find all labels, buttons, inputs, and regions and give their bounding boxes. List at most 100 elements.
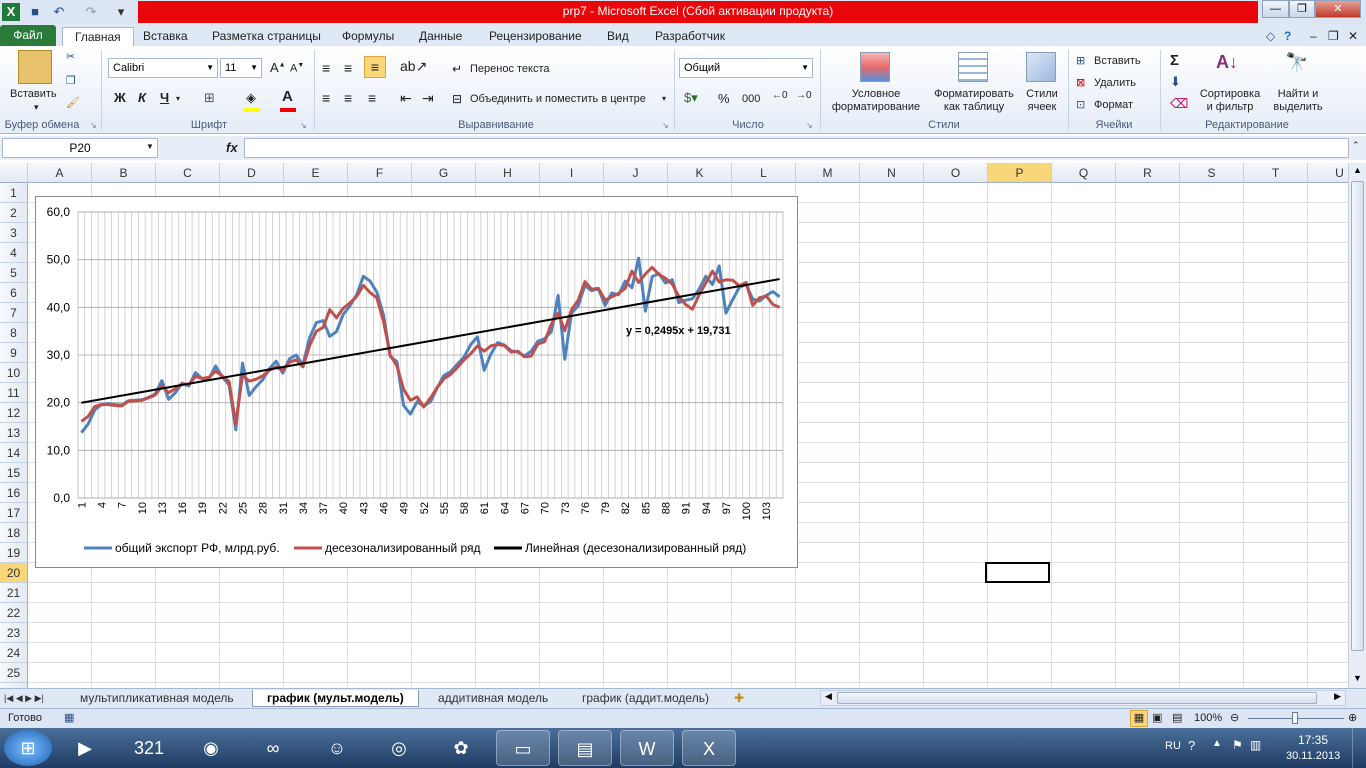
name-box[interactable]: P20 xyxy=(2,138,158,158)
align-top-icon[interactable]: ≡ xyxy=(322,60,330,76)
flag-icon[interactable]: ⚑ xyxy=(1232,738,1243,752)
row-header[interactable]: 2 xyxy=(0,203,28,223)
paste-button[interactable]: Вставить xyxy=(10,88,57,100)
column-header[interactable]: B xyxy=(92,163,156,183)
row-header[interactable]: 25 xyxy=(0,663,28,683)
row-header[interactable]: 12 xyxy=(0,403,28,423)
shrink-font-icon[interactable]: A▼ xyxy=(290,62,304,75)
delete-cells-button[interactable]: Удалить xyxy=(1094,77,1136,89)
find-select-button[interactable]: Найти и выделить xyxy=(1266,88,1330,114)
underline-dropdown-icon[interactable]: ▾ xyxy=(176,94,180,103)
media-player-icon[interactable]: ▶ xyxy=(58,730,112,766)
row-header[interactable]: 19 xyxy=(0,543,28,563)
language-indicator[interactable]: RU xyxy=(1165,740,1181,752)
expand-formula-icon[interactable]: ⌃ xyxy=(1352,140,1360,151)
scroll-right-icon[interactable]: ▶ xyxy=(1334,691,1341,702)
zoom-slider-thumb[interactable] xyxy=(1292,712,1298,724)
row-header[interactable]: 7 xyxy=(0,303,28,323)
column-header[interactable]: I xyxy=(540,163,604,183)
sheet-tab[interactable]: мультипликативная модель xyxy=(66,690,248,707)
column-header[interactable]: T xyxy=(1244,163,1308,183)
word-icon[interactable]: W xyxy=(620,730,674,766)
column-header[interactable]: P xyxy=(988,163,1052,183)
alignment-launcher-icon[interactable]: ↘ xyxy=(662,121,669,130)
column-header[interactable]: F xyxy=(348,163,412,183)
excel-icon[interactable]: X xyxy=(2,3,20,21)
bold-button[interactable]: Ж xyxy=(114,90,126,105)
row-header[interactable]: 9 xyxy=(0,343,28,363)
increase-decimal-icon[interactable]: ←0 xyxy=(772,90,788,101)
show-desktop-button[interactable] xyxy=(1352,728,1366,768)
row-header[interactable]: 3 xyxy=(0,223,28,243)
column-header[interactable]: A xyxy=(28,163,92,183)
clock-time[interactable]: 17:35 xyxy=(1298,733,1328,747)
percent-button[interactable]: % xyxy=(718,91,730,106)
tab-formulas[interactable]: Формулы xyxy=(342,27,394,46)
format-cells-button[interactable]: Формат xyxy=(1094,99,1133,111)
tab-file[interactable]: Файл xyxy=(0,25,56,46)
monkey-app-icon[interactable]: ☺ xyxy=(310,730,364,766)
align-right-icon[interactable]: ≡ xyxy=(368,90,376,106)
merge-dropdown-icon[interactable]: ▾ xyxy=(662,94,666,103)
row-header[interactable]: 8 xyxy=(0,323,28,343)
column-header[interactable]: E xyxy=(284,163,348,183)
page-layout-view-icon[interactable]: ▣ xyxy=(1152,711,1162,724)
normal-view-icon[interactable]: ▦ xyxy=(1130,710,1148,727)
cell-styles-button[interactable]: Стили ячеек xyxy=(1018,88,1066,114)
font-launcher-icon[interactable]: ↘ xyxy=(300,121,307,130)
format-as-table-button[interactable]: Форматировать как таблицу xyxy=(928,88,1020,114)
disc-app-icon[interactable]: ◉ xyxy=(184,730,238,766)
column-header[interactable]: N xyxy=(860,163,924,183)
column-header[interactable]: M xyxy=(796,163,860,183)
column-header[interactable]: H xyxy=(476,163,540,183)
number-format-combo[interactable]: Общий ▼ xyxy=(679,58,813,78)
copy-icon[interactable]: ❐ xyxy=(66,74,76,87)
tab-page-layout[interactable]: Разметка страницы xyxy=(212,27,321,46)
column-header[interactable]: U xyxy=(1308,163,1348,183)
insert-function-button[interactable]: fx xyxy=(226,140,238,155)
tab-view[interactable]: Вид xyxy=(607,27,629,46)
scanner-app-icon[interactable]: ▭ xyxy=(496,730,550,766)
minimize-ribbon-icon[interactable]: ◇ xyxy=(1266,27,1275,46)
row-header[interactable]: 14 xyxy=(0,443,28,463)
row-header[interactable]: 16 xyxy=(0,483,28,503)
help-tray-icon[interactable]: ? xyxy=(1188,738,1195,753)
vertical-scrollbar[interactable]: ▲ ▼ xyxy=(1348,163,1366,688)
zoom-level[interactable]: 100% xyxy=(1194,712,1222,724)
paste-dropdown-icon[interactable]: ▾ xyxy=(34,102,39,113)
decrease-indent-icon[interactable]: ⇤ xyxy=(400,90,412,107)
row-header[interactable]: 17 xyxy=(0,503,28,523)
tab-data[interactable]: Данные xyxy=(419,27,462,46)
font-size-combo[interactable]: 11 ▼ xyxy=(220,58,262,78)
conditional-formatting-button[interactable]: Условное форматирование xyxy=(824,88,928,114)
column-header[interactable]: Q xyxy=(1052,163,1116,183)
grow-font-icon[interactable]: A▲ xyxy=(270,60,286,75)
close-button[interactable]: ✕ xyxy=(1315,0,1361,18)
insert-cells-button[interactable]: Вставить xyxy=(1094,55,1141,67)
select-all-corner[interactable] xyxy=(0,163,28,183)
underline-button[interactable]: Ч xyxy=(160,90,169,105)
wrap-text-button[interactable]: Перенос текста xyxy=(470,63,550,75)
visual-studio-icon[interactable]: ∞ xyxy=(246,730,300,766)
increase-indent-icon[interactable]: ⇥ xyxy=(422,90,434,107)
currency-icon[interactable]: $▾ xyxy=(684,90,698,106)
align-left-icon[interactable]: ≡ xyxy=(322,90,330,106)
horizontal-scrollbar[interactable]: ◀ ▶ xyxy=(820,690,1346,706)
sheet-tab[interactable]: график (аддит.модель) xyxy=(568,690,723,707)
network-icon[interactable]: ▥ xyxy=(1250,738,1261,752)
column-header[interactable]: S xyxy=(1180,163,1244,183)
row-header[interactable]: 15 xyxy=(0,463,28,483)
save-icon[interactable]: ■ xyxy=(26,3,44,21)
zoom-in-icon[interactable]: ⊕ xyxy=(1348,711,1357,724)
row-header[interactable]: 5 xyxy=(0,263,28,283)
sheet-tab[interactable]: аддитивная модель xyxy=(424,690,562,707)
scroll-left-icon[interactable]: ◀ xyxy=(825,691,832,702)
row-header[interactable]: 1 xyxy=(0,183,28,203)
column-header[interactable]: J xyxy=(604,163,668,183)
scroll-down-icon[interactable]: ▼ xyxy=(1353,673,1362,683)
macro-record-icon[interactable]: ▦ xyxy=(64,711,74,724)
font-color-icon[interactable]: A xyxy=(282,88,293,105)
format-painter-icon[interactable]: 🖌 xyxy=(66,96,80,109)
row-header[interactable]: 21 xyxy=(0,583,28,603)
number-launcher-icon[interactable]: ↘ xyxy=(806,121,813,130)
